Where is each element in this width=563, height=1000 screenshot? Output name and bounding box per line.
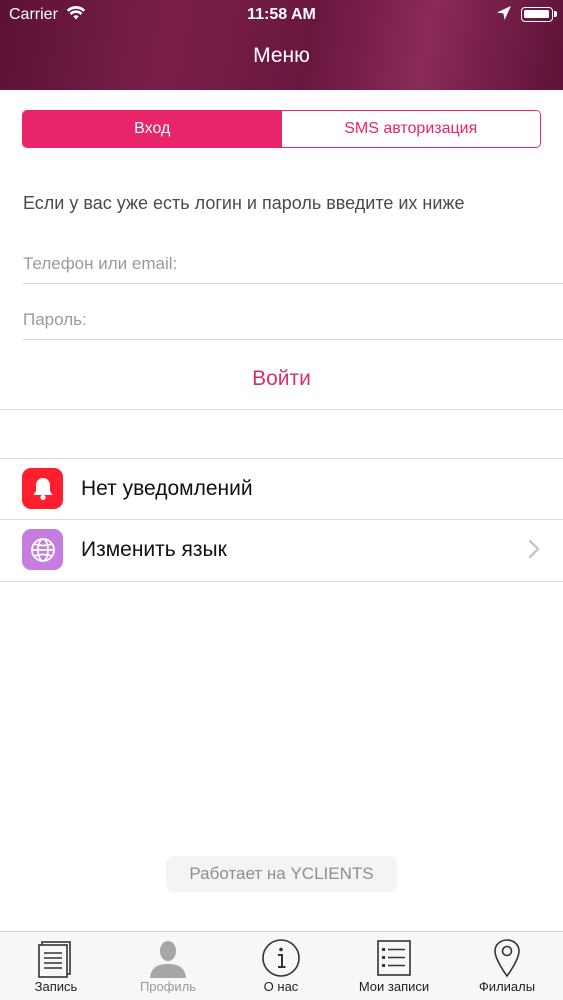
navigation-header: Carrier 11:58 AM Меню (0, 0, 563, 90)
globe-icon (22, 529, 63, 570)
tab-label: Запись (34, 979, 78, 994)
login-mode-segmented-control: Вход SMS авторизация (22, 110, 541, 148)
powered-by-label: Работает на YCLIENTS (166, 856, 397, 892)
info-icon (225, 938, 337, 978)
tab-booking[interactable]: Запись (0, 932, 112, 1000)
tab-my-bookings[interactable]: Мои записи (338, 932, 450, 1000)
list-icon (338, 938, 450, 978)
tab-label: Профиль (139, 979, 197, 994)
chevron-right-icon (527, 537, 541, 566)
tab-label: О нас (263, 979, 299, 994)
map-pin-icon (451, 938, 563, 978)
bottom-tab-bar: Запись Профиль О нас Мои записи Филиалы (0, 931, 563, 1000)
page-title: Меню (253, 44, 310, 67)
tab-branches[interactable]: Филиалы (451, 932, 563, 1000)
divider (0, 581, 563, 582)
status-bar: Carrier 11:58 AM (0, 0, 563, 30)
tab-sms-auth[interactable]: SMS авторизация (281, 111, 540, 147)
document-icon (0, 938, 112, 978)
bell-icon (22, 468, 63, 509)
tab-profile[interactable]: Профиль (112, 932, 224, 1000)
list-item-change-language[interactable]: Изменить язык (0, 520, 563, 580)
tab-about[interactable]: О нас (225, 932, 337, 1000)
status-time: 11:58 AM (247, 6, 316, 23)
phone-email-field[interactable] (23, 244, 563, 284)
login-hint-text: Если у вас уже есть логин и пароль введи… (23, 193, 465, 213)
list-item-label: Нет уведомлений (81, 477, 253, 500)
login-button[interactable]: Войти (0, 350, 563, 408)
person-icon (112, 938, 224, 978)
list-item-label: Изменить язык (81, 538, 227, 561)
password-field[interactable] (23, 300, 563, 340)
tab-login[interactable]: Вход (23, 111, 282, 147)
list-item-notifications[interactable]: Нет уведомлений (0, 459, 563, 519)
tab-label: Мои записи (358, 979, 430, 994)
location-arrow-icon (496, 5, 512, 26)
divider (0, 409, 563, 410)
battery-icon (521, 7, 553, 22)
tab-label: Филиалы (478, 979, 536, 994)
